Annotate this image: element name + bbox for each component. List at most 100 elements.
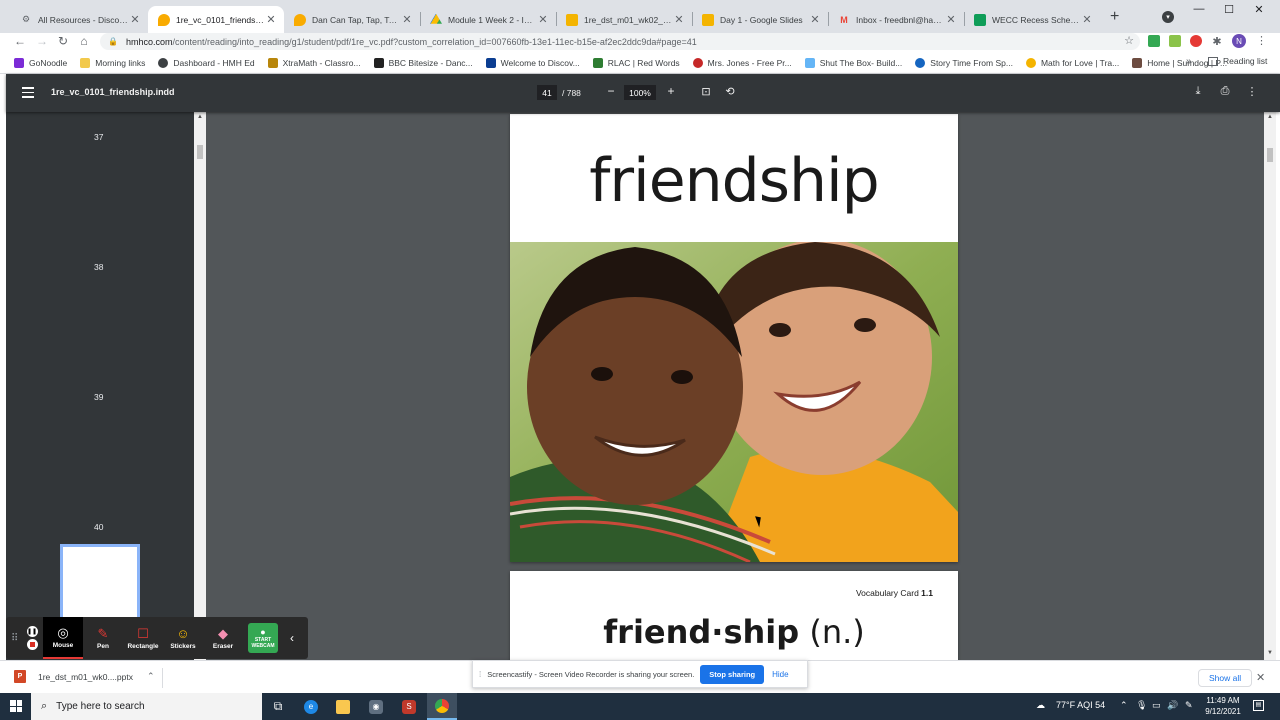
close-icon[interactable]: ✕ [400,13,414,26]
notifications-icon[interactable]: ▤ [1253,700,1264,711]
document-scrollbar[interactable]: ▲ ▼ [1264,112,1276,660]
forward-icon[interactable]: → [34,34,50,48]
back-icon[interactable]: ← [12,34,28,48]
rotate-icon[interactable]: ⟲ [723,85,737,98]
minimize-button[interactable]: — [1184,3,1214,15]
pen-tool[interactable]: ✎ Pen [83,617,123,659]
eraser-tool[interactable]: ◆ Eraser [203,617,243,659]
extension-icon[interactable] [1148,35,1160,47]
close-window-button[interactable]: ✕ [1244,3,1274,16]
task-view-icon[interactable]: ⧉ [263,693,293,720]
new-tab-button[interactable]: + [1110,8,1124,26]
download-item[interactable]: P 1re_dst_m01_wk0....pptx ⌃ [14,670,155,683]
chevron-left-icon[interactable]: ‹ [283,631,301,645]
tab-module1-week2[interactable]: Module 1 Week 2 - Into Re ✕ [420,6,556,33]
tab-search-icon[interactable]: ▾ [1162,11,1174,23]
windows-start-icon[interactable] [10,700,22,712]
tab-day1-slides[interactable]: Day 1 - Google Slides ✕ [692,6,828,33]
thumbnail-number[interactable]: 40 [94,522,103,532]
network-icon[interactable]: ▭ [1152,700,1161,711]
bookmark-item[interactable]: Dashboard - HMH Ed [158,57,255,68]
stop-icon[interactable] [26,639,38,650]
more-options-icon[interactable]: ⋮ [1245,85,1259,98]
menu-icon[interactable] [22,87,34,101]
file-explorer-app[interactable] [328,693,358,720]
download-icon[interactable]: ⤓ [1191,85,1205,98]
address-bar[interactable]: 🔒 hmhco.com/content/reading/into_reading… [100,33,1140,50]
chevron-up-icon[interactable]: ⌃ [1120,700,1128,711]
mouse-tool[interactable]: ◎ Mouse [43,617,83,659]
bookmark-item[interactable]: XtraMath - Classro... [267,57,361,68]
edge-app[interactable]: e [296,693,326,720]
microphone-icon[interactable]: 🎙 [1136,700,1147,711]
maximize-button[interactable]: ☐ [1214,3,1244,16]
tab-dan-can-tap[interactable]: Dan Can Tap, Tap, Tap - HM ✕ [284,6,420,33]
bookmark-item[interactable]: RLAC | Red Words [592,57,680,68]
chrome-app[interactable] [427,693,457,720]
stickers-tool[interactable]: ☺ Stickers [163,617,203,659]
page-number-input[interactable]: 41 [537,85,557,100]
bookmark-item[interactable]: Morning links [80,57,145,68]
weather-icon[interactable]: ☁ [1036,700,1045,711]
start-webcam-button[interactable]: ● START WEBCAM [243,617,283,659]
tab-inbox[interactable]: M Inbox - freedbnl@haslett.k ✕ [828,6,964,33]
close-icon[interactable]: ✕ [128,13,142,26]
close-icon[interactable]: ✕ [944,13,958,26]
chevron-up-icon[interactable]: ⌃ [147,671,155,682]
tab-1re-dst[interactable]: 1re_dst_m01_wk02_l06 (2). ✕ [556,6,692,33]
close-icon[interactable]: ✕ [536,13,550,26]
thumbnail-number[interactable]: 37 [94,132,103,142]
scroll-up-icon[interactable]: ▲ [197,114,203,120]
pinned-app[interactable]: S [394,693,424,720]
tab-wecc-recess[interactable]: WECC Recess Schedule 21 ✕ [964,6,1100,33]
extension-icon[interactable] [1169,35,1181,47]
bookmark-star-icon[interactable]: ☆ [1124,34,1134,47]
tab-friendship-pdf[interactable]: 1re_vc_0101_friendship.ind ✕ [148,6,284,33]
reading-list-button[interactable]: Reading list [1208,56,1267,66]
home-icon[interactable]: ⌂ [76,34,92,48]
tab-all-resources[interactable]: ⚙ All Resources - Discover - ✕ [10,6,148,33]
bookmark-item[interactable]: Story Time From Sp... [915,57,1013,68]
hide-button[interactable]: Hide [772,670,788,679]
taskbar-search[interactable]: ⌕ Type here to search [31,693,262,720]
volume-icon[interactable]: 🔊 [1167,700,1178,711]
thumbnail-scrollbar[interactable]: ▲ [194,112,206,660]
pause-icon[interactable]: ❚❚ [26,626,38,637]
scrollbar-thumb[interactable] [1267,148,1273,162]
drag-handle-icon[interactable]: ⠿ [11,633,21,644]
reload-icon[interactable]: ↻ [55,34,71,48]
screencastify-extension-icon[interactable] [1190,35,1202,47]
bookmark-item[interactable]: BBC Bitesize - Danc... [373,57,473,68]
close-icon[interactable]: ✕ [808,13,822,26]
close-icon[interactable]: ✕ [1256,671,1265,684]
drag-handle-icon[interactable]: ⁞ [479,670,481,679]
zoom-out-button[interactable]: − [604,84,618,98]
rectangle-tool[interactable]: ☐ Rectangle [123,617,163,659]
thumbnail-number[interactable]: 39 [94,392,103,402]
show-all-button[interactable]: Show all [1198,669,1253,687]
thumbnail-number[interactable]: 38 [94,262,103,272]
close-icon[interactable]: ✕ [1080,13,1094,26]
zoom-level-input[interactable]: 100% [624,85,656,100]
weather-readout[interactable]: 77°F AQI 54 [1056,700,1105,710]
fit-to-page-icon[interactable]: ⊡ [699,85,713,98]
camera-app[interactable]: ◉ [361,693,391,720]
scroll-down-icon[interactable]: ▼ [1267,650,1273,656]
stop-sharing-button[interactable]: Stop sharing [700,664,765,684]
print-icon[interactable]: ⎙ [1218,85,1232,98]
lock-icon[interactable]: 🔒 [108,37,118,46]
scrollbar-thumb[interactable] [197,145,203,159]
scroll-up-icon[interactable]: ▲ [1267,114,1273,120]
bookmark-item[interactable]: Mrs. Jones - Free Pr... [692,57,792,68]
close-icon[interactable]: ✕ [264,13,278,26]
system-clock[interactable]: 11:49 AM 9/12/2021 [1200,695,1246,717]
bookmark-item[interactable]: GoNoodle [14,57,67,68]
bookmark-item[interactable]: Shut The Box- Build... [804,57,902,68]
menu-icon[interactable]: ⋮ [1256,34,1267,47]
profile-avatar[interactable]: N [1232,34,1246,48]
puzzle-icon[interactable]: ✱ [1211,35,1223,48]
zoom-in-button[interactable]: + [664,84,678,98]
bookmark-item[interactable]: Math for Love | Tra... [1025,57,1119,68]
bookmark-item[interactable]: Welcome to Discov... [485,57,580,68]
bookmarks-overflow-button[interactable]: » [1186,56,1192,67]
